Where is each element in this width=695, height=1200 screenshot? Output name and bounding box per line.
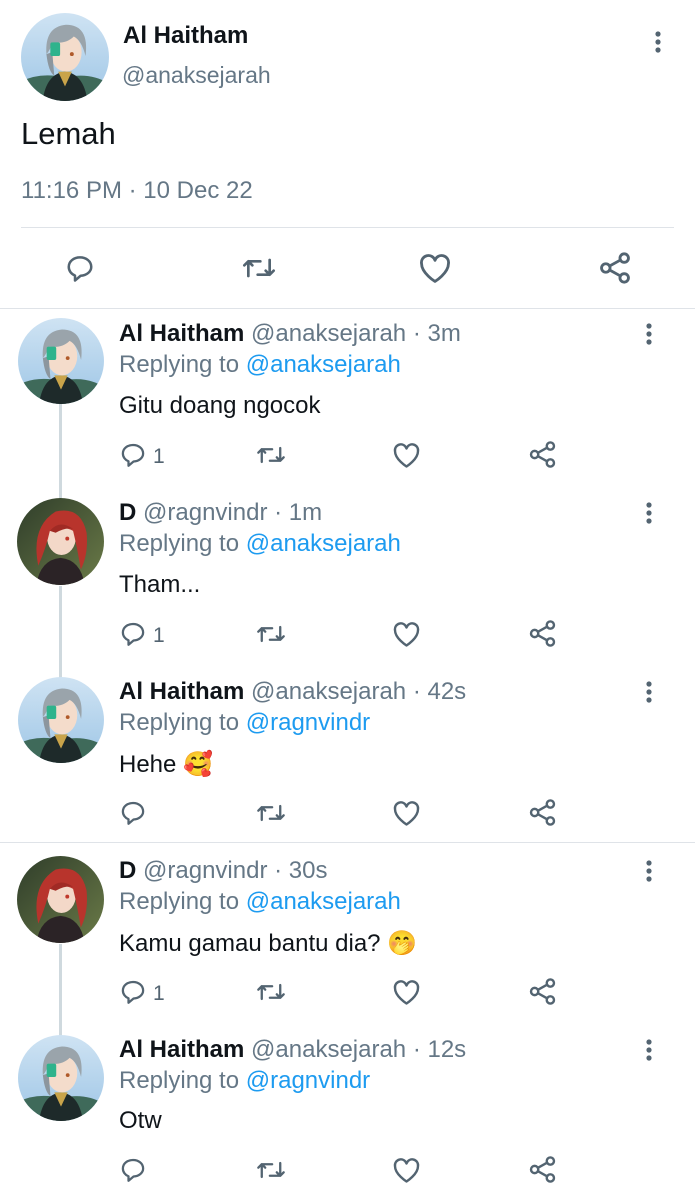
like-button[interactable] (392, 978, 421, 1011)
share-icon (528, 619, 557, 653)
thread-line (59, 586, 62, 678)
author-handle-time[interactable]: @anaksejarah · 42s (251, 678, 466, 705)
retweet-button[interactable] (256, 441, 286, 474)
retweet-button[interactable] (256, 978, 286, 1011)
reply-icon (119, 441, 147, 473)
more-icon[interactable] (643, 27, 673, 57)
share-icon (528, 977, 557, 1011)
reply-count: 1 (153, 624, 165, 647)
tweet-text: Otw (119, 1107, 162, 1134)
more-icon[interactable] (634, 319, 664, 349)
reply-mention-link[interactable]: @anaksejarah (246, 888, 401, 915)
tweet-text: Tham... (119, 571, 201, 598)
avatar[interactable] (21, 13, 109, 101)
like-icon (418, 252, 452, 289)
tweet-text: Hehe 🥰 (119, 751, 213, 778)
share-icon (528, 1155, 557, 1189)
share-button[interactable] (528, 440, 557, 474)
reply-count: 1 (153, 982, 165, 1005)
replying-label: Replying to (119, 1067, 246, 1094)
author-handle-time[interactable]: @anaksejarah · 12s (251, 1036, 466, 1063)
reply-icon (119, 620, 147, 652)
retweet-button[interactable] (256, 620, 286, 653)
like-button[interactable] (392, 441, 421, 474)
like-button[interactable] (392, 799, 421, 832)
more-icon[interactable] (634, 1035, 664, 1065)
reply-button[interactable]: 1 (119, 978, 165, 1010)
more-icon[interactable] (634, 856, 664, 886)
author-name[interactable]: Al Haitham (119, 320, 244, 347)
like-icon (392, 799, 421, 832)
share-button[interactable] (528, 1155, 557, 1189)
share-button[interactable] (528, 977, 557, 1011)
author-name[interactable]: D (119, 857, 136, 884)
avatar[interactable] (18, 677, 104, 763)
reply-mention-link[interactable]: @ragnvindr (246, 1067, 370, 1094)
divider (0, 842, 695, 843)
tweet-timestamp[interactable]: 11:16 PM · 10 Dec 22 (21, 177, 253, 205)
share-button[interactable] (528, 798, 557, 832)
replying-label: Replying to (119, 351, 246, 378)
like-button[interactable] (392, 1156, 421, 1189)
thread-line (59, 944, 62, 1036)
share-icon (528, 798, 557, 832)
author-handle-time[interactable]: @ragnvindr · 30s (143, 857, 327, 884)
share-icon (598, 251, 632, 290)
like-icon (392, 1156, 421, 1189)
share-button[interactable] (598, 251, 632, 290)
replying-label: Replying to (119, 888, 246, 915)
more-icon[interactable] (634, 498, 664, 528)
retweet-icon (256, 620, 286, 653)
tweet-text: Lemah (21, 116, 116, 151)
reply-icon (119, 978, 147, 1010)
tweet-text: Kamu gamau bantu dia? 🤭 (119, 930, 418, 957)
avatar[interactable] (17, 498, 104, 585)
avatar[interactable] (18, 318, 104, 404)
thread-line (59, 404, 62, 500)
retweet-button[interactable] (256, 799, 286, 832)
like-icon (392, 620, 421, 653)
avatar[interactable] (17, 856, 104, 943)
reply-button[interactable] (64, 253, 96, 288)
retweet-button[interactable] (256, 1156, 286, 1189)
author-name[interactable]: Al Haitham (119, 678, 244, 705)
replying-label: Replying to (119, 530, 246, 557)
reply-button[interactable] (119, 1156, 153, 1188)
retweet-icon (256, 799, 286, 832)
reply-mention-link[interactable]: @ragnvindr (246, 709, 370, 736)
retweet-icon (256, 1156, 286, 1189)
like-icon (392, 978, 421, 1011)
avatar[interactable] (18, 1035, 104, 1121)
reply-icon (119, 1156, 147, 1188)
reply-mention-link[interactable]: @anaksejarah (246, 530, 401, 557)
like-button[interactable] (418, 252, 452, 289)
like-button[interactable] (392, 620, 421, 653)
retweet-icon (256, 978, 286, 1011)
author-handle[interactable]: @anaksejarah (122, 62, 271, 89)
retweet-icon (256, 441, 286, 474)
author-name[interactable]: D (119, 499, 136, 526)
reply-button[interactable]: 1 (119, 620, 165, 652)
author-handle-time[interactable]: @anaksejarah · 3m (251, 320, 461, 347)
reply-button[interactable] (119, 799, 153, 831)
author-name[interactable]: Al Haitham (119, 1036, 244, 1063)
like-icon (392, 441, 421, 474)
share-button[interactable] (528, 619, 557, 653)
tweet-text: Gitu doang ngocok (119, 392, 321, 419)
author-name[interactable]: Al Haitham (123, 22, 248, 50)
reply-count: 1 (153, 445, 165, 468)
reply-button[interactable]: 1 (119, 441, 165, 473)
retweet-icon (241, 252, 277, 289)
author-handle-time[interactable]: @ragnvindr · 1m (143, 499, 322, 526)
reply-icon (64, 253, 96, 288)
replying-label: Replying to (119, 709, 246, 736)
share-icon (528, 440, 557, 474)
reply-mention-link[interactable]: @anaksejarah (246, 351, 401, 378)
divider (0, 308, 695, 309)
more-icon[interactable] (634, 677, 664, 707)
retweet-button[interactable] (241, 252, 277, 289)
divider (21, 227, 674, 228)
reply-icon (119, 799, 147, 831)
